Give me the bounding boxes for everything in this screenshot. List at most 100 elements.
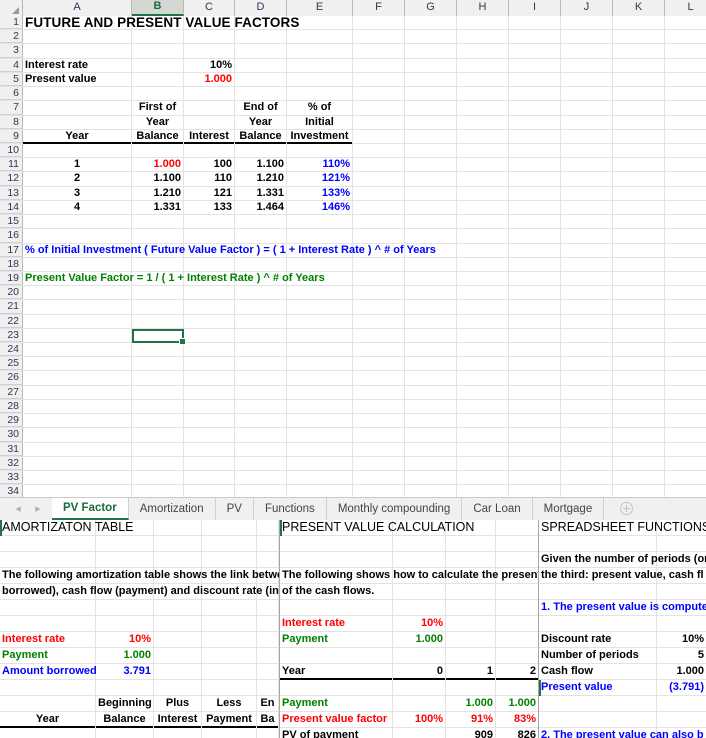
table-row[interactable] — [0, 536, 279, 552]
panel1-r10-d[interactable] — [202, 664, 257, 680]
panel2-desc-line1[interactable]: The following shows how to calculate the… — [280, 568, 538, 584]
cell-e10[interactable] — [287, 143, 353, 159]
row-header-15[interactable]: 15 — [0, 215, 23, 229]
cell-d9-header[interactable]: Balance — [235, 129, 287, 144]
cell-j34[interactable] — [561, 485, 613, 497]
table-row[interactable]: Cash flow 1.000 — [539, 664, 706, 680]
cell-c9-header[interactable]: Interest — [184, 129, 235, 144]
cell-b29[interactable] — [132, 414, 184, 429]
cell-j18[interactable] — [561, 257, 613, 272]
cell-l20[interactable] — [665, 286, 706, 300]
cell-a24[interactable] — [23, 343, 132, 358]
panel2-r6-c[interactable] — [446, 600, 496, 616]
panel2-r7-c[interactable] — [446, 616, 496, 632]
cell-l16[interactable] — [665, 229, 706, 243]
cell-h8[interactable] — [457, 115, 509, 130]
column-header-i[interactable]: I — [509, 0, 561, 16]
table-row[interactable]: 4 Interest rate 10% — [0, 58, 706, 73]
panel3-present-value-label[interactable]: Present value — [539, 680, 657, 696]
cell-f21[interactable] — [353, 300, 405, 315]
cell-g3[interactable] — [405, 44, 457, 59]
column-header-b[interactable]: B — [132, 0, 184, 16]
table-row[interactable] — [280, 536, 538, 552]
table-row[interactable] — [539, 584, 706, 600]
panel1-r3-c[interactable] — [154, 552, 202, 568]
panel3-item2[interactable]: 2. The present value can also b — [539, 728, 704, 738]
cell-g28[interactable] — [405, 399, 457, 415]
cell-i11[interactable] — [509, 158, 561, 173]
cell-a34[interactable] — [23, 485, 132, 497]
panel1-interest-rate-value[interactable]: 10% — [96, 632, 154, 648]
table-row[interactable] — [0, 680, 279, 696]
panel2-r8-c[interactable] — [446, 632, 496, 648]
cell-h3[interactable] — [457, 44, 509, 59]
cell-c18[interactable] — [184, 257, 235, 272]
row-header-19[interactable]: 19 — [0, 271, 23, 286]
cell-f7[interactable] — [353, 101, 405, 116]
cell-i28[interactable] — [509, 399, 561, 415]
panel2-pvf-row-v0[interactable]: 100% — [393, 712, 446, 728]
panel1-hdr-payment[interactable]: Payment — [202, 712, 257, 728]
cell-i29[interactable] — [509, 414, 561, 429]
panel2-r2-d[interactable] — [496, 536, 538, 552]
cell-d32[interactable] — [235, 456, 287, 471]
cell-b24[interactable] — [132, 343, 184, 358]
cell-k23[interactable] — [613, 328, 665, 344]
panel1-r14-b[interactable] — [96, 728, 154, 738]
cell-l14[interactable] — [665, 201, 706, 215]
cell-b18[interactable] — [132, 257, 184, 272]
cell-h30[interactable] — [457, 428, 509, 443]
panel2-payment-label[interactable]: Payment — [280, 632, 393, 648]
table-row[interactable]: Interest rate 10% — [0, 632, 279, 648]
panel3-present-value-value[interactable]: (3.791) — [657, 680, 706, 696]
row-header-31[interactable]: 31 — [0, 442, 23, 456]
panel2-r3-b[interactable] — [393, 552, 446, 568]
cell-l12[interactable] — [665, 172, 706, 186]
row-header-24[interactable]: 24 — [0, 343, 23, 357]
cell-h13[interactable] — [457, 186, 509, 201]
cell-f26[interactable] — [353, 371, 405, 386]
cell-a9-header[interactable]: Year — [23, 129, 132, 144]
cell-c12-interest[interactable]: 110 — [184, 172, 235, 187]
cell-h1[interactable] — [457, 16, 509, 31]
table-row[interactable]: Year Balance Interest Payment Ba — [0, 712, 279, 728]
cell-j3[interactable] — [561, 44, 613, 59]
cell-g5[interactable] — [405, 72, 457, 88]
cell-a10[interactable] — [23, 143, 132, 159]
cell-k17[interactable] — [613, 243, 665, 258]
cell-f34[interactable] — [353, 485, 405, 497]
panel1-r3-a[interactable] — [0, 552, 96, 568]
panel1-r7-d[interactable] — [202, 616, 257, 632]
cell-k16[interactable] — [613, 229, 665, 244]
panel3-discount-rate-label[interactable]: Discount rate — [539, 632, 657, 648]
cell-g26[interactable] — [405, 371, 457, 386]
cell-g20[interactable] — [405, 286, 457, 301]
panel2-r3-d[interactable] — [496, 552, 538, 568]
cell-b22[interactable] — [132, 314, 184, 329]
table-row[interactable] — [280, 552, 538, 568]
cell-h20[interactable] — [457, 286, 509, 301]
tab-pv-factor[interactable]: PV Factor — [52, 498, 129, 520]
cell-k24[interactable] — [613, 343, 665, 358]
panel2-desc-line2[interactable]: of the cash flows. — [280, 584, 393, 600]
cell-k32[interactable] — [613, 456, 665, 471]
cell-c34[interactable] — [184, 485, 235, 497]
cell-b31[interactable] — [132, 442, 184, 457]
cell-c7[interactable] — [184, 101, 235, 116]
cell-g21[interactable] — [405, 300, 457, 315]
cell-l3[interactable] — [665, 44, 706, 58]
table-row[interactable]: 23 — [0, 328, 706, 344]
table-row[interactable] — [0, 728, 279, 738]
table-row[interactable] — [0, 552, 279, 568]
cell-d16[interactable] — [235, 229, 287, 244]
row-header-13[interactable]: 13 — [0, 186, 23, 200]
cell-d26[interactable] — [235, 371, 287, 386]
table-row[interactable]: Number of periods 5 — [539, 648, 706, 664]
cell-l34[interactable] — [665, 485, 706, 497]
cell-g10[interactable] — [405, 143, 457, 159]
panel2-pvf-row-v1[interactable]: 91% — [446, 712, 496, 728]
panel2-year-col-1[interactable]: 1 — [446, 664, 496, 680]
panel3-discount-rate-value[interactable]: 10% — [657, 632, 706, 648]
cell-i18[interactable] — [509, 257, 561, 272]
cell-l4[interactable] — [665, 59, 706, 73]
